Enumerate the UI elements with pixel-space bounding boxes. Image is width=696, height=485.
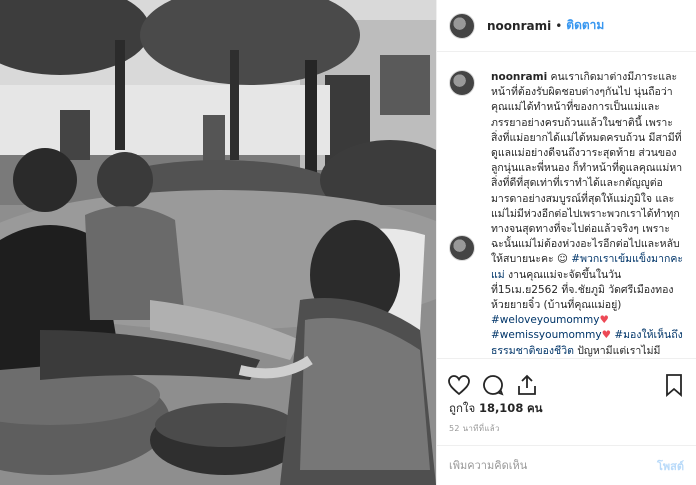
heart-emoji: ♥: [601, 329, 611, 342]
likes-count[interactable]: ถูกใจ 18,108 คน: [449, 400, 543, 418]
share-upload-icon[interactable]: [515, 373, 539, 397]
likes-number: 18,108: [478, 401, 524, 415]
caption-avatar[interactable]: [449, 70, 475, 96]
likes-suffix: คน: [526, 401, 543, 415]
post-photo[interactable]: [0, 0, 436, 485]
separator-dot: •: [555, 18, 563, 33]
heart-emoji: ♥: [599, 314, 609, 327]
heart-outline-icon[interactable]: [447, 373, 471, 397]
add-comment-bar: โพสต์: [437, 445, 696, 485]
post-timestamp[interactable]: 52 นาทีที่แล้ว: [449, 422, 500, 435]
caption-text-2: งานคุณแม่จะจัดขึ้นในวันที่15เม.ย2562 ที่…: [491, 268, 674, 312]
avatar[interactable]: [449, 12, 475, 39]
smile-emoji: ☺: [557, 253, 568, 266]
bookmark-icon[interactable]: [662, 373, 686, 397]
username[interactable]: noonrami: [487, 19, 551, 33]
caption-username[interactable]: noonrami: [491, 71, 547, 83]
follow-button[interactable]: ติดตาม: [566, 16, 604, 35]
caption: noonrami คนเราเกิดมาต่างมีภาระและหน้าที่…: [449, 70, 684, 358]
likes-prefix: ถูกใจ: [449, 401, 476, 415]
hashtag-link[interactable]: #weloveyoumommy: [491, 314, 599, 326]
post-header: noonrami • ติดตาม: [437, 0, 696, 52]
post-side-panel: noonrami • ติดตาม noonrami คนเราเกิดมาต่…: [436, 0, 696, 485]
comment-avatar[interactable]: [449, 235, 475, 261]
post-comment-button[interactable]: โพสต์: [657, 457, 684, 475]
comment-bubble-icon[interactable]: [481, 373, 505, 397]
hashtag-link[interactable]: #wemissyoumommy: [491, 329, 602, 341]
photo-scene: [0, 0, 436, 485]
caption-text-1: คนเราเกิดมาต่างมีภาระและหน้าที่ต้องรับผิ…: [491, 71, 683, 266]
comment-input[interactable]: [449, 459, 657, 472]
comments-area[interactable]: noonrami คนเราเกิดมาต่างมีภาระและหน้าที่…: [437, 52, 696, 358]
